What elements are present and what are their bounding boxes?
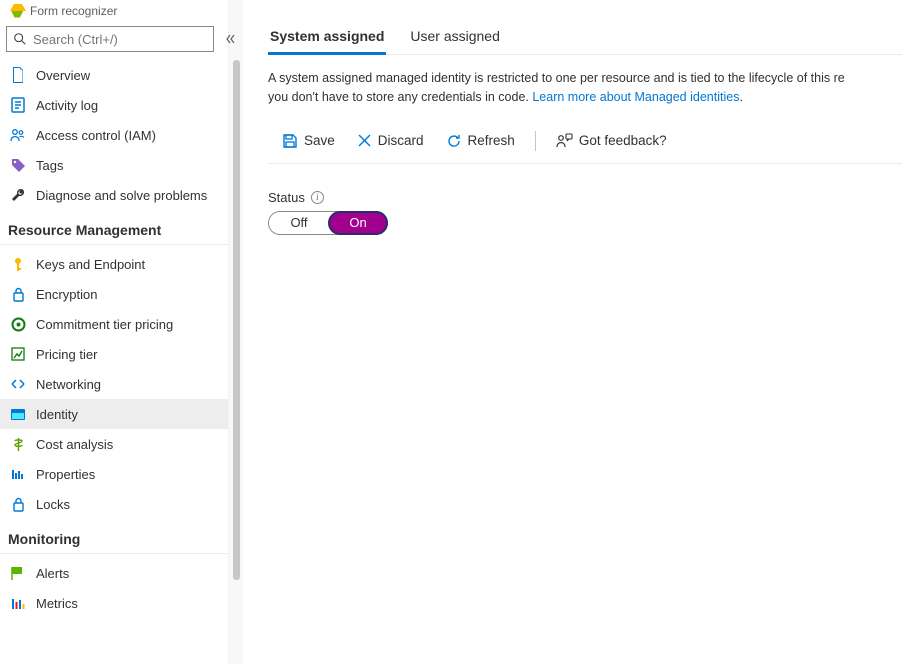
document-icon	[10, 67, 26, 83]
sidebar-item-locks[interactable]: Locks	[0, 489, 228, 519]
sidebar-item-label: Commitment tier pricing	[36, 317, 173, 332]
description-text-2: you don't have to store any credentials …	[268, 90, 532, 104]
toolbar: Save Discard Refresh Got feedback?	[268, 123, 902, 164]
lock-icon	[10, 496, 26, 512]
status-block: Status i Off On	[268, 164, 902, 235]
identity-icon	[10, 406, 26, 422]
log-icon	[10, 97, 26, 113]
status-label: Status	[268, 190, 305, 205]
sidebar-item-label: Keys and Endpoint	[36, 257, 145, 272]
sidebar-item-label: Identity	[36, 407, 78, 422]
tab-system-assigned[interactable]: System assigned	[268, 18, 386, 54]
sidebar-item-cost-analysis[interactable]: Cost analysis	[0, 429, 228, 459]
wrench-icon	[10, 187, 26, 203]
sidebar-item-label: Access control (IAM)	[36, 128, 156, 143]
sidebar-item-keys-endpoint[interactable]: Keys and Endpoint	[0, 249, 228, 279]
cost-icon	[10, 436, 26, 452]
nav: Overview Activity log Access control (IA…	[0, 60, 228, 664]
status-toggle-on[interactable]: On	[328, 211, 388, 235]
sidebar-item-label: Overview	[36, 68, 90, 83]
hex-icon	[10, 4, 26, 18]
sidebar-item-label: Networking	[36, 377, 101, 392]
person-feedback-icon	[556, 133, 573, 148]
sidebar-item-metrics[interactable]: Metrics	[0, 588, 228, 618]
key-icon	[10, 256, 26, 272]
close-icon	[357, 133, 372, 148]
sidebar-item-identity[interactable]: Identity	[0, 399, 228, 429]
refresh-button[interactable]: Refresh	[438, 129, 523, 153]
collapse-sidebar-button[interactable]	[222, 30, 240, 48]
properties-icon	[10, 466, 26, 482]
flag-icon	[10, 565, 26, 581]
sidebar-item-label: Tags	[36, 158, 63, 173]
circle-dot-icon	[10, 316, 26, 332]
resource-type-header: Form recognizer	[0, 0, 228, 26]
lock-icon	[10, 286, 26, 302]
sidebar-item-properties[interactable]: Properties	[0, 459, 228, 489]
refresh-icon	[446, 133, 462, 149]
sidebar-item-label: Properties	[36, 467, 95, 482]
identity-description: A system assigned managed identity is re…	[268, 55, 902, 123]
network-icon	[10, 376, 26, 392]
sidebar-item-label: Metrics	[36, 596, 78, 611]
save-icon	[282, 133, 298, 149]
feedback-button[interactable]: Got feedback?	[548, 129, 675, 152]
sidebar-item-label: Alerts	[36, 566, 69, 581]
search-icon	[13, 32, 27, 46]
search-input[interactable]	[33, 32, 209, 47]
sidebar-item-tags[interactable]: Tags	[0, 150, 228, 180]
info-icon[interactable]: i	[311, 191, 324, 204]
sidebar-item-label: Cost analysis	[36, 437, 113, 452]
people-icon	[10, 127, 26, 143]
sidebar-item-alerts[interactable]: Alerts	[0, 558, 228, 588]
refresh-label: Refresh	[468, 133, 515, 148]
save-label: Save	[304, 133, 335, 148]
sidebar-item-pricing-tier[interactable]: Pricing tier	[0, 339, 228, 369]
sidebar-item-networking[interactable]: Networking	[0, 369, 228, 399]
pricing-icon	[10, 346, 26, 362]
sidebar-item-overview[interactable]: Overview	[0, 60, 228, 90]
tab-user-assigned[interactable]: User assigned	[408, 18, 502, 54]
sidebar-item-commitment-pricing[interactable]: Commitment tier pricing	[0, 309, 228, 339]
main-content: System assigned User assigned A system a…	[243, 0, 902, 664]
sidebar: Form recognizer Overview Activity log Ac…	[0, 0, 228, 664]
identity-tabs: System assigned User assigned	[268, 18, 902, 55]
scrollbar-thumb[interactable]	[233, 60, 240, 580]
discard-button[interactable]: Discard	[349, 129, 432, 152]
sidebar-item-label: Encryption	[36, 287, 97, 302]
section-resource-management: Resource Management	[0, 210, 228, 245]
section-monitoring: Monitoring	[0, 519, 228, 554]
sidebar-item-label: Activity log	[36, 98, 98, 113]
metrics-icon	[10, 595, 26, 611]
toolbar-separator	[535, 131, 536, 151]
sidebar-scrollbar[interactable]	[228, 0, 243, 664]
status-toggle-off[interactable]: Off	[269, 212, 329, 234]
learn-more-link[interactable]: Learn more about Managed identities	[532, 90, 739, 104]
status-toggle[interactable]: Off On	[268, 211, 388, 235]
search-input-wrap[interactable]	[6, 26, 214, 52]
description-text-1: A system assigned managed identity is re…	[268, 71, 845, 85]
resource-type-label: Form recognizer	[30, 4, 117, 18]
save-button[interactable]: Save	[274, 129, 343, 153]
feedback-label: Got feedback?	[579, 133, 667, 148]
tag-icon	[10, 157, 26, 173]
sidebar-item-access-control[interactable]: Access control (IAM)	[0, 120, 228, 150]
status-label-row: Status i	[268, 190, 902, 205]
discard-label: Discard	[378, 133, 424, 148]
sidebar-item-diagnose[interactable]: Diagnose and solve problems	[0, 180, 228, 210]
sidebar-item-label: Locks	[36, 497, 70, 512]
sidebar-item-encryption[interactable]: Encryption	[0, 279, 228, 309]
sidebar-item-label: Pricing tier	[36, 347, 97, 362]
sidebar-item-activity-log[interactable]: Activity log	[0, 90, 228, 120]
sidebar-item-label: Diagnose and solve problems	[36, 188, 207, 203]
